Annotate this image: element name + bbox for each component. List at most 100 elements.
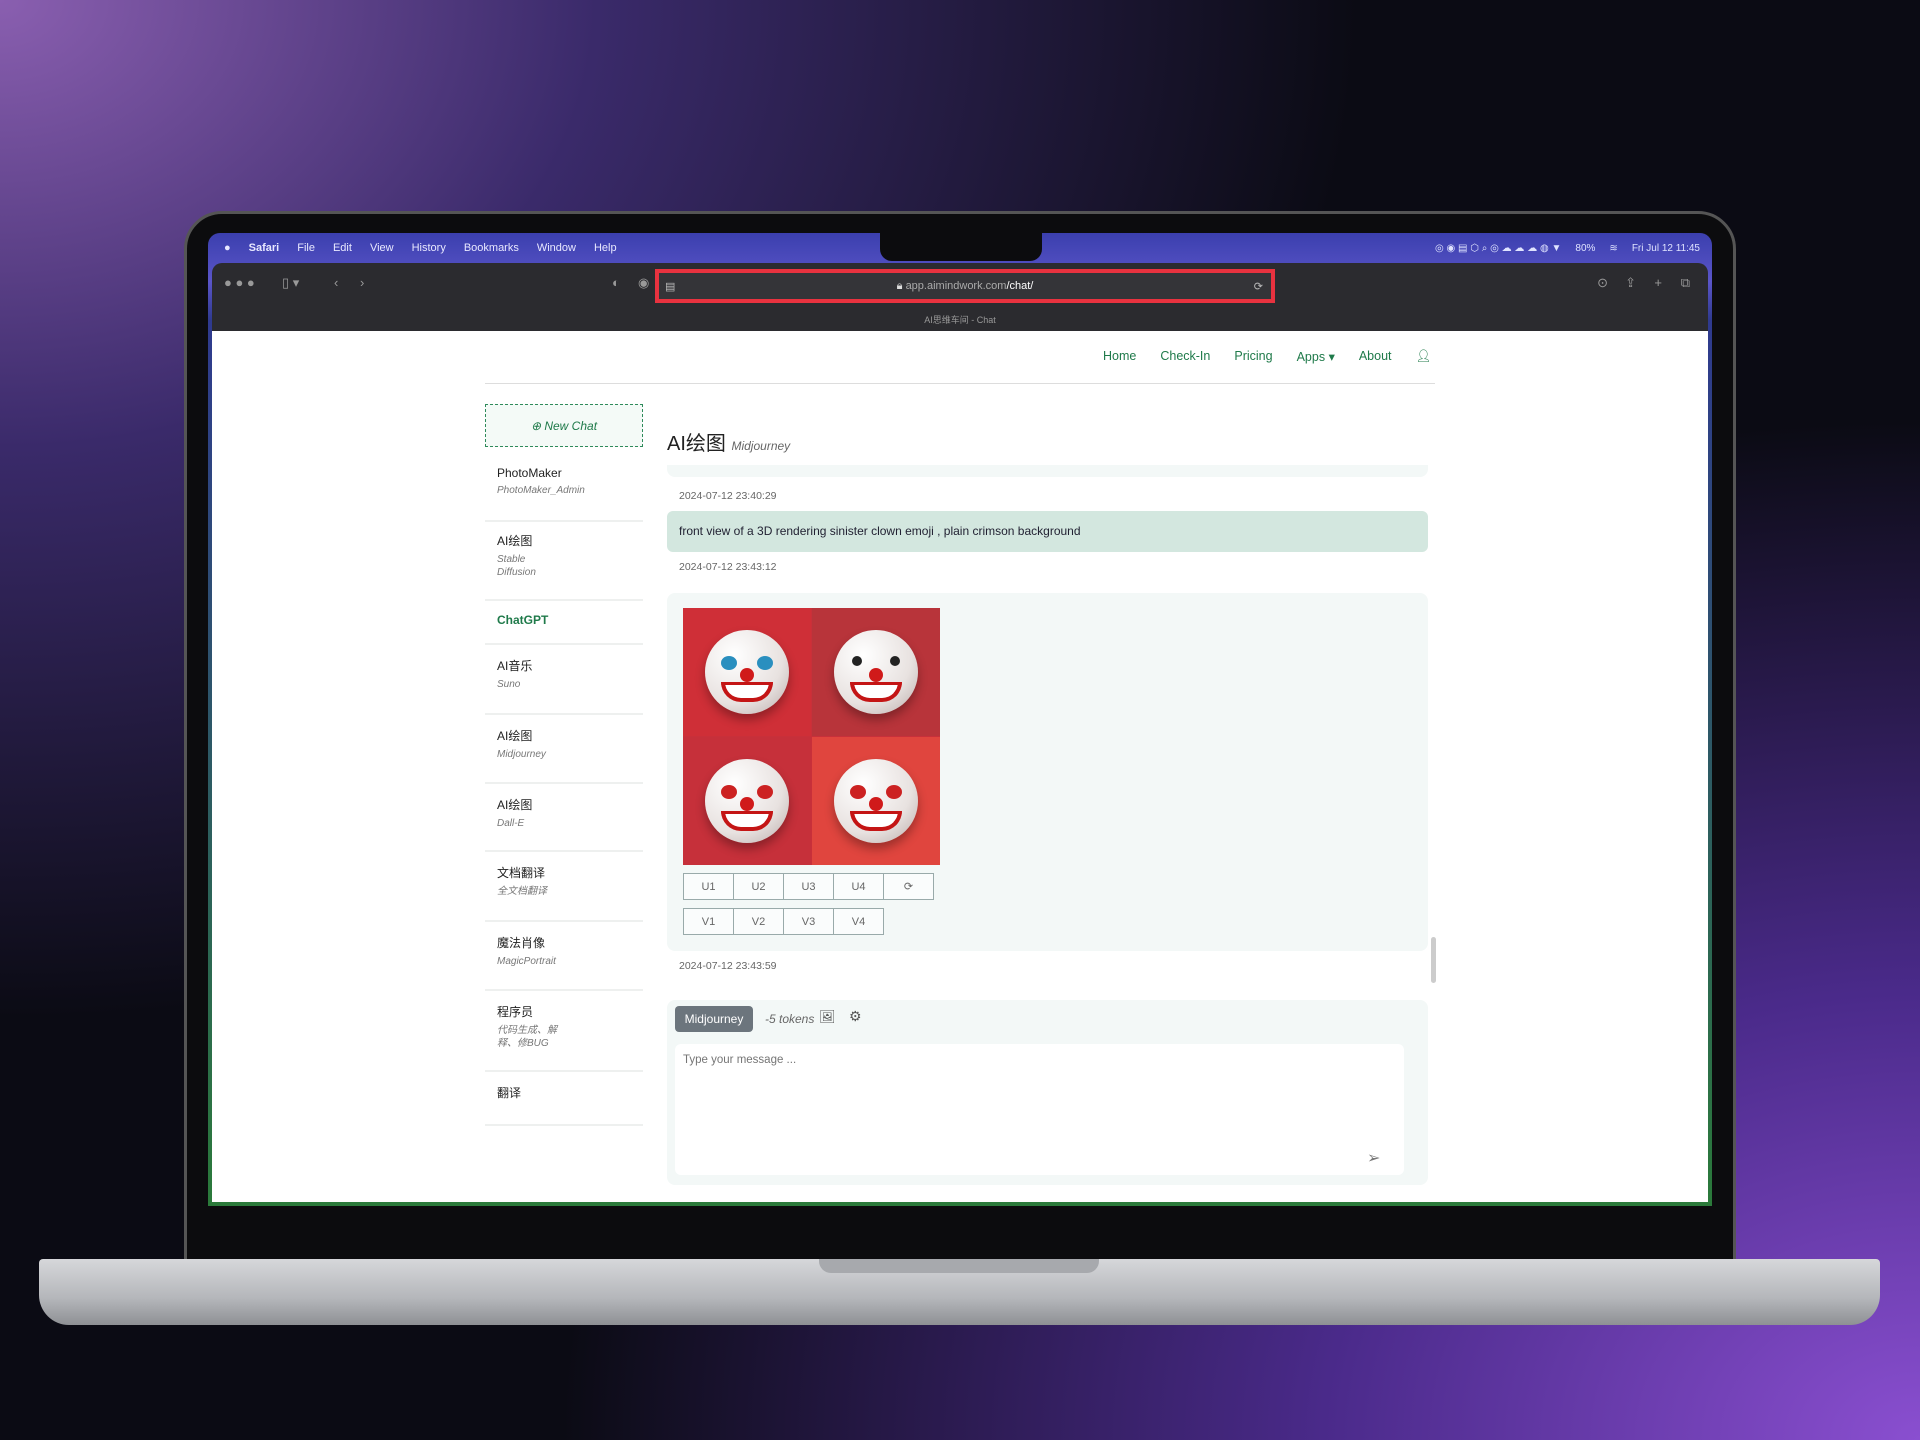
menu-edit[interactable]: Edit xyxy=(333,242,352,254)
laptop-notch xyxy=(819,1259,1099,1273)
sidebar-item-subtitle: PhotoMaker_Admin xyxy=(497,485,585,496)
scrollbar[interactable] xyxy=(1431,937,1436,983)
sidebar-item[interactable]: 文档翻译 全文档翻译 xyxy=(485,852,643,922)
upscale-button[interactable]: U3 xyxy=(783,873,834,900)
sidebar-item-title: PhotoMaker xyxy=(497,466,562,480)
sidebar-toggle-icon[interactable]: ▯ ▾ xyxy=(282,275,299,291)
sidebar-item-title: 翻译 xyxy=(497,1086,522,1100)
timestamp: 2024-07-12 23:43:59 xyxy=(679,960,777,972)
address-bar[interactable]: ▤ 🔒︎ app.aimindwork.com/chat/ ⟳ xyxy=(655,269,1275,303)
nav-apps[interactable]: Apps ▾ xyxy=(1297,349,1335,364)
extension-icon[interactable]: ◐ xyxy=(612,275,620,290)
sidebar-item-subtitle: Suno xyxy=(497,679,521,690)
sidebar-item-subtitle: 代码生成、解释、修BUG xyxy=(497,1025,557,1049)
model-badge[interactable]: Midjourney xyxy=(675,1006,753,1032)
sidebar-item-title: AI绘图 xyxy=(497,798,533,812)
sidebar-item-title: AI音乐 xyxy=(497,659,533,673)
window-controls[interactable]: ● ● ● xyxy=(224,275,255,290)
sidebar-item[interactable]: 魔法肖像 MagicPortrait xyxy=(485,922,643,991)
lock-icon: 🔒︎ xyxy=(896,279,906,292)
nav-check-in[interactable]: Check-In xyxy=(1160,349,1210,364)
nav-divider xyxy=(485,383,1435,384)
forward-icon[interactable]: › xyxy=(360,275,364,290)
menu-app[interactable]: Safari xyxy=(249,242,280,254)
url-host: app.aimindwork.com xyxy=(905,280,1007,292)
web-page: Home Check-In Pricing Apps ▾ About 👤︎ ⊕ … xyxy=(212,331,1708,1202)
new-tab-icon[interactable]: + xyxy=(1654,275,1662,290)
generated-image-grid[interactable] xyxy=(683,608,940,865)
send-icon[interactable]: ➢ xyxy=(1367,1148,1380,1168)
sidebar-item-subtitle: MagicPortrait xyxy=(497,956,556,967)
sidebar-item[interactable]: 程序员代码生成、解释、修BUG xyxy=(485,991,643,1072)
tabs-overview-icon[interactable]: ⧉ xyxy=(1681,275,1690,291)
battery-level[interactable]: 80% xyxy=(1575,243,1595,254)
reader-icon[interactable]: ▤ xyxy=(665,280,675,293)
variation-button[interactable]: V1 xyxy=(683,908,734,935)
sidebar-item[interactable]: ChatGPT xyxy=(485,601,643,645)
share-icon[interactable]: ⇪ xyxy=(1625,275,1636,291)
clock[interactable]: Fri Jul 12 11:45 xyxy=(1632,243,1700,254)
image-upload-icon[interactable]: 🖼︎ xyxy=(819,1009,836,1025)
download-icon[interactable]: ⊙ xyxy=(1597,275,1608,291)
wifi-icon[interactable]: ≋ xyxy=(1609,243,1617,254)
new-chat-button[interactable]: ⊕ New Chat xyxy=(485,404,643,447)
upscale-button[interactable]: U2 xyxy=(733,873,784,900)
token-cost: -5 tokens xyxy=(765,1012,815,1026)
back-icon[interactable]: ‹ xyxy=(334,275,338,290)
upscale-button[interactable]: U1 xyxy=(683,873,734,900)
user-icon[interactable]: 👤︎ xyxy=(1416,349,1432,364)
variation-button[interactable]: V3 xyxy=(783,908,834,935)
nav-pricing[interactable]: Pricing xyxy=(1234,349,1272,364)
reload-icon[interactable]: ⟳ xyxy=(1254,280,1263,293)
menu-file[interactable]: File xyxy=(297,242,315,254)
reroll-icon[interactable]: ⟳ xyxy=(883,873,934,900)
message-input[interactable] xyxy=(675,1044,1404,1175)
timestamp: 2024-07-12 23:43:12 xyxy=(679,561,777,573)
status-icons[interactable]: ◎ ◉ ▤ ⬡ ⌕ ◎ ☁ ☁ ☁ ◍ ▼ xyxy=(1435,243,1561,254)
clown-image-2[interactable] xyxy=(812,608,940,736)
menu-help[interactable]: Help xyxy=(594,242,617,254)
menu-bookmarks[interactable]: Bookmarks xyxy=(464,242,519,254)
variation-button[interactable]: V4 xyxy=(833,908,884,935)
sidebar-item[interactable]: PhotoMaker PhotoMaker_Admin xyxy=(485,454,643,522)
clown-image-1[interactable] xyxy=(683,608,811,736)
plus-circle-icon: ⊕ xyxy=(530,418,545,433)
tab-title[interactable]: AI思维车间 - Chat xyxy=(212,313,1708,326)
laptop-base xyxy=(39,1259,1880,1325)
sidebar-item-title: 程序员 xyxy=(497,1005,534,1019)
sidebar-item-subtitle: Midjourney xyxy=(497,749,546,760)
sidebar-item-title: AI绘图 xyxy=(497,534,533,548)
clown-image-4[interactable] xyxy=(812,737,940,865)
settings-gear-icon[interactable]: ⚙ xyxy=(849,1008,862,1025)
apple-icon[interactable]: ● xyxy=(224,242,231,254)
sidebar-item[interactable]: AI音乐 Suno xyxy=(485,645,643,715)
input-card: Midjourney -5 tokens 🖼︎ ⚙ ➢ xyxy=(667,1000,1428,1185)
sidebar-item[interactable]: AI绘图 Stable Diffusion xyxy=(485,520,643,601)
menu-history[interactable]: History xyxy=(412,242,446,254)
menu-view[interactable]: View xyxy=(370,242,394,254)
page-subtitle: Midjourney xyxy=(731,439,791,453)
sidebar: ⊕ New Chat PhotoMaker PhotoMaker_Admin AI绘… xyxy=(485,404,643,1164)
sidebar-item[interactable]: AI绘图 Midjourney xyxy=(485,715,643,784)
privacy-icon[interactable]: ◉ xyxy=(638,275,649,291)
sidebar-item-subtitle: 全文档翻译 xyxy=(497,886,547,897)
url-path: /chat/ xyxy=(1006,280,1034,292)
variation-button[interactable]: V2 xyxy=(733,908,784,935)
camera-notch xyxy=(880,233,1042,261)
upscale-button[interactable]: U4 xyxy=(833,873,884,900)
sidebar-item-title: AI绘图 xyxy=(497,729,533,743)
clown-image-3[interactable] xyxy=(683,737,811,865)
sidebar-item-title: 魔法肖像 xyxy=(497,936,546,950)
sidebar-item[interactable]: AI绘图 Dall-E xyxy=(485,784,643,852)
top-nav: Home Check-In Pricing Apps ▾ About 👤︎ xyxy=(1103,349,1431,364)
safari-toolbar: ● ● ● ▯ ▾ ‹ › ◐ ◉ ▤ 🔒︎ app.aimindwork.co… xyxy=(212,263,1708,331)
nav-about[interactable]: About xyxy=(1359,349,1392,364)
nav-home[interactable]: Home xyxy=(1103,349,1136,364)
sidebar-item-subtitle: Dall-E xyxy=(497,818,525,829)
sidebar-item-title: 文档翻译 xyxy=(497,866,546,880)
previous-message xyxy=(667,465,1428,477)
timestamp: 2024-07-12 23:40:29 xyxy=(679,490,777,502)
sidebar-item[interactable]: 翻译 xyxy=(485,1072,643,1126)
laptop-screen: ● Safari File Edit View History Bookmark… xyxy=(208,233,1712,1206)
menu-window[interactable]: Window xyxy=(537,242,576,254)
